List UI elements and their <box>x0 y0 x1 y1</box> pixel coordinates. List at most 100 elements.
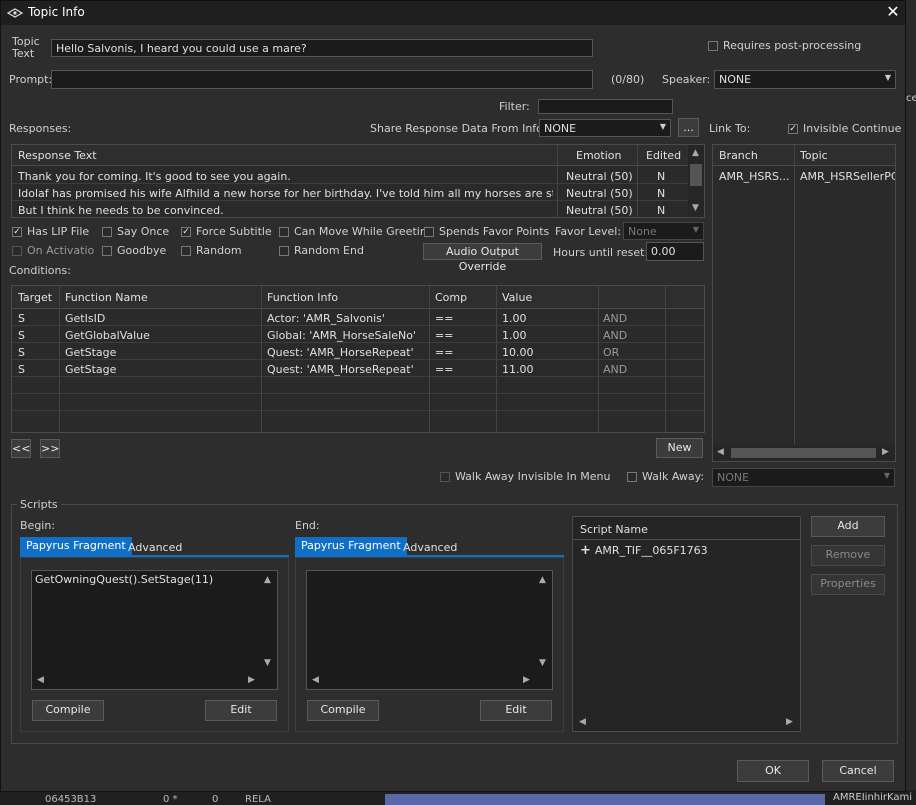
begin-code-editor[interactable]: GetOwningQuest().SetStage(11) ▲ ▼ ◀ ▶ <box>31 570 278 690</box>
begin-tab-papyrus-fragment[interactable]: Papyrus Fragment <box>20 537 132 555</box>
invisible-continue-checkbox[interactable]: ✓ Invisible Continue <box>788 122 901 135</box>
begin-compile-button[interactable]: Compile <box>32 700 104 721</box>
col-response-text[interactable]: Response Text <box>18 149 97 162</box>
list-item[interactable]: + AMR_TIF__065F1763 <box>580 543 708 558</box>
say-once-checkbox[interactable]: Say Once <box>102 225 169 238</box>
checkbox-box: ✓ <box>788 123 798 134</box>
favor-level-dropdown[interactable]: None ▼ <box>623 222 704 240</box>
walk-away-checkbox[interactable]: Walk Away: <box>627 470 704 483</box>
conditions-table[interactable]: Target Function Name Function Info Comp … <box>11 285 705 433</box>
plus-icon[interactable]: + <box>580 543 591 558</box>
response-emotion: Neutral (50) <box>566 204 633 217</box>
scroll-down-icon[interactable]: ▼ <box>692 203 699 213</box>
bg-right-edge: ce <box>906 93 916 104</box>
conditions-next-button[interactable]: >> <box>40 439 60 458</box>
on-activation-checkbox[interactable]: On Activation <box>12 244 95 257</box>
conditions-prev-button[interactable]: << <box>11 439 31 458</box>
checkbox-box: ✓ <box>181 226 191 237</box>
cancel-button[interactable]: Cancel <box>822 760 894 782</box>
prompt-input[interactable] <box>51 70 593 89</box>
can-move-checkbox[interactable]: Can Move While Greeting <box>279 225 434 238</box>
goodbye-checkbox[interactable]: Goodbye <box>102 244 166 257</box>
checkbox-box <box>102 226 112 237</box>
ok-button[interactable]: OK <box>737 760 809 782</box>
add-script-button[interactable]: Add <box>811 516 885 537</box>
scroll-right-icon[interactable]: ▶ <box>523 675 530 685</box>
scroll-thumb[interactable] <box>690 164 702 186</box>
spends-favor-checkbox[interactable]: Spends Favor Points <box>424 225 549 238</box>
script-list[interactable]: Script Name + AMR_TIF__065F1763 ◀ ▶ <box>572 516 801 732</box>
end-compile-button[interactable]: Compile <box>307 700 379 721</box>
col-function-info[interactable]: Function Info <box>267 291 338 304</box>
remove-script-button[interactable]: Remove <box>811 545 885 566</box>
chevron-down-icon: ▼ <box>884 73 891 82</box>
scroll-up-icon[interactable]: ▲ <box>264 575 271 585</box>
link-to-hscrollbar[interactable]: ◀ ▶ <box>713 445 895 461</box>
col-target[interactable]: Target <box>18 291 52 304</box>
scroll-down-icon[interactable]: ▼ <box>539 658 546 668</box>
requires-post-processing-checkbox[interactable]: Requires post-processing <box>708 39 861 52</box>
link-to-table[interactable]: Branch Topic AMR_HSRS... AMR_HSRSellerPC… <box>712 144 896 462</box>
col-script-name[interactable]: Script Name <box>580 523 648 536</box>
begin-edit-button[interactable]: Edit <box>205 700 277 721</box>
scroll-up-icon[interactable]: ▲ <box>692 148 699 158</box>
col-function-name[interactable]: Function Name <box>65 291 148 304</box>
bg-row-id: 06453B13 <box>45 794 97 805</box>
walk-away-invisible-checkbox[interactable]: Walk Away Invisible In Menu <box>440 470 610 483</box>
checkbox-box <box>12 245 22 256</box>
col-comp[interactable]: Comp <box>435 291 467 304</box>
cond-operator: AND <box>603 363 628 376</box>
scroll-thumb[interactable] <box>731 448 876 458</box>
share-response-dropdown[interactable]: NONE ▼ <box>539 119 671 137</box>
end-tab-papyrus-fragment[interactable]: Papyrus Fragment <box>295 537 407 555</box>
col-value[interactable]: Value <box>502 291 532 304</box>
favor-level-value: None <box>628 225 657 238</box>
col-edited[interactable]: Edited <box>646 149 681 162</box>
walk-away-value: NONE <box>717 471 750 484</box>
col-emotion[interactable]: Emotion <box>576 149 621 162</box>
scroll-left-icon[interactable]: ◀ <box>312 675 319 685</box>
cond-comp: == <box>435 363 454 376</box>
conditions-label: Conditions: <box>9 264 71 277</box>
cond-target: S <box>18 312 25 325</box>
response-text: Thank you for coming. It's good to see y… <box>18 170 291 183</box>
end-code-editor[interactable]: ▲ ▼ ◀ ▶ <box>306 570 553 690</box>
force-subtitle-checkbox[interactable]: ✓ Force Subtitle <box>181 225 272 238</box>
share-response-label: Share Response Data From Info: <box>370 122 547 135</box>
responses-table[interactable]: Response Text Emotion Edited Thank you f… <box>11 144 705 218</box>
walk-away-dropdown[interactable]: NONE ▼ <box>712 468 895 487</box>
cond-comp: == <box>435 329 454 342</box>
has-lip-file-checkbox[interactable]: ✓ Has LIP File <box>12 225 89 238</box>
random-checkbox[interactable]: Random <box>181 244 242 257</box>
audio-output-override-button[interactable]: Audio Output Override <box>423 243 542 273</box>
cond-info: Quest: 'AMR_HorseRepeat' <box>267 346 414 359</box>
cond-value: 1.00 <box>502 329 527 342</box>
scroll-up-icon[interactable]: ▲ <box>539 575 546 585</box>
checkbox-box <box>181 245 191 256</box>
topic-text-input[interactable]: Hello Salvonis, I heard you could use a … <box>51 39 593 57</box>
script-properties-button[interactable]: Properties <box>811 574 885 595</box>
script-list-hscrollbar[interactable]: ◀ ▶ <box>573 715 800 731</box>
col-topic[interactable]: Topic <box>800 149 828 162</box>
scroll-left-icon[interactable]: ◀ <box>579 717 586 727</box>
random-end-checkbox[interactable]: Random End <box>279 244 364 257</box>
scroll-down-icon[interactable]: ▼ <box>264 658 271 668</box>
speaker-dropdown[interactable]: NONE ▼ <box>714 70 896 89</box>
filter-input[interactable] <box>538 99 673 114</box>
hours-until-reset-input[interactable]: 0.00 <box>646 242 704 261</box>
response-edited: N <box>657 204 666 217</box>
responses-scrollbar[interactable]: ▲ ▼ <box>688 145 704 217</box>
conditions-new-button[interactable]: New <box>656 438 703 458</box>
close-icon[interactable]: ✕ <box>883 2 903 22</box>
scripts-label: Scripts <box>17 498 61 511</box>
end-edit-button[interactable]: Edit <box>480 700 552 721</box>
scroll-left-icon[interactable]: ◀ <box>37 675 44 685</box>
share-response-browse-button[interactable]: ... <box>678 118 699 137</box>
scroll-left-icon[interactable]: ◀ <box>717 447 724 457</box>
window-title: Topic Info <box>28 5 85 19</box>
scroll-right-icon[interactable]: ▶ <box>786 717 793 727</box>
begin-label: Begin: <box>20 519 56 532</box>
col-branch[interactable]: Branch <box>719 149 758 162</box>
scroll-right-icon[interactable]: ▶ <box>248 675 255 685</box>
scroll-right-icon[interactable]: ▶ <box>882 447 889 457</box>
